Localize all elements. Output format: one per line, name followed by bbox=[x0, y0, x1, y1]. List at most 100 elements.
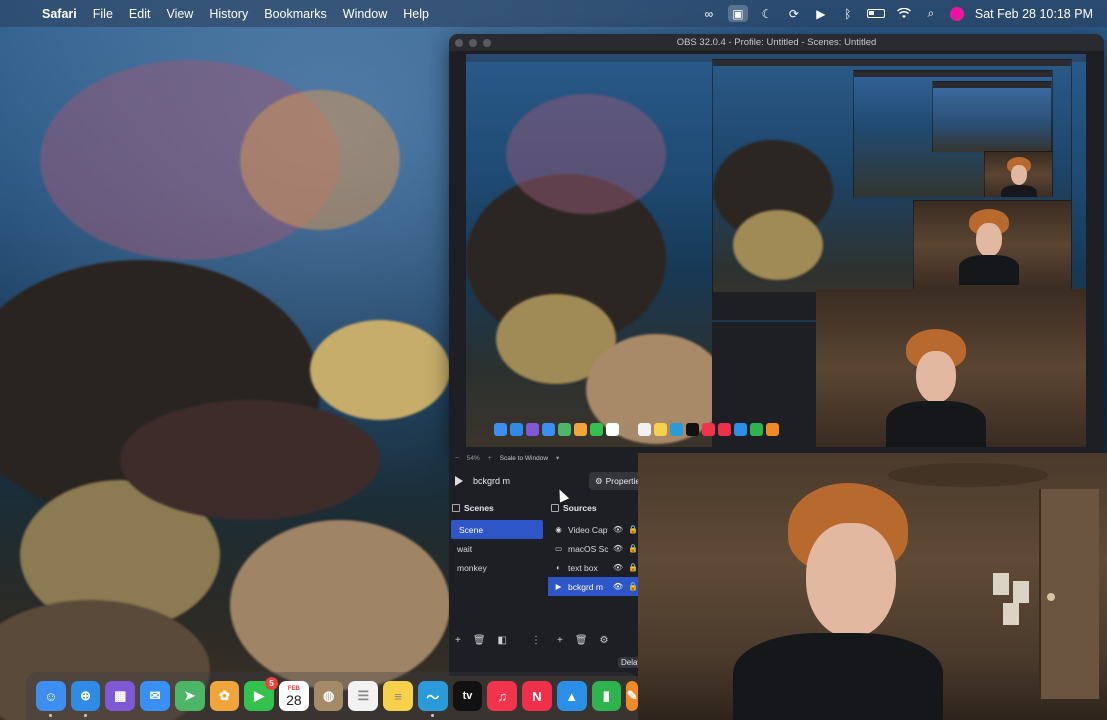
source-label: text box bbox=[567, 562, 598, 573]
calendar-icon[interactable]: FEB 28 bbox=[279, 681, 309, 711]
launchpad-icon[interactable]: ▦ bbox=[105, 681, 136, 711]
source-item-video-capture[interactable]: ◉ Video Capture 👁 🔒 bbox=[548, 520, 638, 539]
menu-view[interactable]: View bbox=[158, 7, 201, 21]
scenes-toolbar: + 🗑 ◧ ⋮ bbox=[455, 634, 541, 646]
obs-titlebar[interactable]: OBS 32.0.4 - Profile: Untitled - Scenes:… bbox=[449, 34, 1104, 51]
add-scene-icon[interactable]: + bbox=[455, 635, 461, 646]
menu-bar: Safari File Edit View History Bookmarks … bbox=[0, 0, 1107, 27]
freeform-icon[interactable]: 〜 bbox=[417, 681, 448, 717]
visibility-eye-icon[interactable]: 👁 bbox=[613, 525, 623, 534]
more-options-icon[interactable]: ⋮ bbox=[531, 635, 541, 646]
tv-icon[interactable]: tv bbox=[452, 681, 483, 711]
remove-source-icon[interactable]: 🗑 bbox=[575, 635, 588, 646]
pages-icon[interactable]: ✎ bbox=[626, 681, 639, 711]
safari-icon[interactable]: ⊕ bbox=[70, 681, 101, 717]
zoom-out-icon[interactable]: − bbox=[455, 455, 459, 462]
source-settings-icon[interactable]: ⚙ bbox=[600, 635, 609, 646]
keynote-icon[interactable]: ▲ bbox=[556, 681, 587, 711]
properties-button[interactable]: ⚙ Properties bbox=[589, 472, 638, 490]
lock-icon[interactable]: 🔒 bbox=[628, 582, 638, 591]
news-icon[interactable]: N bbox=[522, 681, 552, 711]
sources-dock: Sources ◉ Video Capture 👁 🔒 ▭ macOS Scre… bbox=[548, 502, 638, 634]
text-icon: ◐ bbox=[556, 563, 561, 572]
nested-obs-window-3 bbox=[932, 81, 1052, 153]
zoom-in-icon[interactable]: + bbox=[488, 455, 492, 462]
source-item-screen-capture[interactable]: ▭ macOS Screen Capture 👁 🔒 bbox=[548, 539, 638, 558]
scenes-dock: Scenes Scene wait monkey bbox=[449, 502, 547, 634]
menu-help[interactable]: Help bbox=[395, 7, 437, 21]
screen-record-icon[interactable]: ▣ bbox=[727, 5, 748, 22]
scenes-list: Scene wait monkey bbox=[449, 520, 547, 577]
play-circle-icon[interactable]: ▶ bbox=[813, 7, 829, 21]
source-item-bckgrd[interactable]: ▶ bckgrd m 👁 🔒 bbox=[548, 577, 638, 596]
mail-icon[interactable]: ✉ bbox=[140, 681, 170, 711]
obs-window-title: OBS 32.0.4 - Profile: Untitled - Scenes:… bbox=[676, 37, 877, 48]
sources-title: Sources bbox=[563, 503, 597, 513]
scene-item-scene[interactable]: Scene bbox=[451, 520, 543, 539]
finder-icon[interactable]: ☺ bbox=[36, 681, 66, 717]
webcam-overlay bbox=[638, 453, 1107, 720]
creative-cloud-icon[interactable]: ∞ bbox=[701, 7, 717, 21]
siri-icon[interactable] bbox=[949, 6, 964, 21]
photos-icon[interactable]: ✿ bbox=[209, 681, 240, 711]
remove-scene-icon[interactable]: 🗑 bbox=[473, 635, 486, 646]
notification-badge: 5 bbox=[265, 677, 279, 690]
source-label: macOS Screen Capture bbox=[567, 543, 608, 554]
visibility-eye-icon[interactable]: 👁 bbox=[613, 582, 623, 591]
bluetooth-icon[interactable]: ᛒ bbox=[840, 7, 856, 21]
source-item-text-box[interactable]: ◐ text box 👁 🔒 bbox=[548, 558, 638, 577]
sync-icon[interactable]: ⟳ bbox=[786, 7, 802, 21]
menu-bookmarks[interactable]: Bookmarks bbox=[256, 7, 335, 21]
source-toolbar: bckgrd m ⚙ Properties bbox=[449, 470, 638, 492]
nested-obs-window-2 bbox=[853, 70, 1053, 198]
scene-filter-icon[interactable]: ◧ bbox=[498, 635, 507, 646]
scenes-title: Scenes bbox=[464, 503, 494, 513]
menu-history[interactable]: History bbox=[201, 7, 256, 21]
maps-icon[interactable]: ➤ bbox=[174, 681, 205, 711]
sources-toolbar: + 🗑 ⚙ bbox=[557, 634, 609, 646]
zoom-row: − 54% + Scale to Window ▾ bbox=[449, 452, 638, 464]
lock-icon[interactable]: 🔒 bbox=[628, 563, 638, 572]
add-source-icon[interactable]: + bbox=[557, 635, 563, 646]
menu-edit[interactable]: Edit bbox=[121, 7, 159, 21]
notes-icon[interactable]: ≡ bbox=[383, 681, 413, 711]
wifi-icon[interactable] bbox=[896, 7, 912, 21]
menu-file[interactable]: File bbox=[85, 7, 121, 21]
app-menu[interactable]: Safari bbox=[34, 7, 85, 21]
current-source-name: bckgrd m bbox=[473, 476, 511, 486]
battery-icon[interactable] bbox=[866, 9, 885, 18]
reminders-icon[interactable]: ☰ bbox=[348, 681, 379, 711]
visibility-eye-icon[interactable]: 👁 bbox=[613, 563, 623, 572]
calendar-day: 28 bbox=[286, 691, 302, 708]
menubar-clock[interactable]: Sat Feb 28 10:18 PM bbox=[975, 7, 1093, 21]
facetime-icon[interactable]: ▶ 5 bbox=[244, 677, 279, 711]
obs-controls-panel: − 54% + Scale to Window ▾ bckgrd m ⚙ Pro… bbox=[449, 452, 638, 676]
source-label: bckgrd m bbox=[567, 581, 603, 592]
visibility-eye-icon[interactable]: 👁 bbox=[613, 544, 623, 553]
scene-item-monkey[interactable]: monkey bbox=[449, 558, 547, 577]
zoom-mode-select[interactable]: Scale to Window bbox=[500, 455, 548, 462]
numbers-icon[interactable]: ▮ bbox=[591, 681, 622, 711]
zoom-level: 54% bbox=[466, 454, 480, 462]
menu-window[interactable]: Window bbox=[335, 7, 395, 21]
lock-icon[interactable]: 🔒 bbox=[628, 544, 638, 553]
obs-preview-canvas[interactable] bbox=[466, 54, 1086, 447]
monitor-icon: ▭ bbox=[554, 544, 563, 553]
camera-icon: ◉ bbox=[555, 525, 562, 534]
sources-list: ◉ Video Capture 👁 🔒 ▭ macOS Screen Captu… bbox=[548, 520, 638, 596]
scene-item-wait[interactable]: wait bbox=[449, 539, 547, 558]
ceiling-fan bbox=[888, 463, 1048, 487]
lock-icon[interactable]: 🔒 bbox=[628, 525, 638, 534]
dock-icon bbox=[452, 504, 460, 512]
nested-webcam bbox=[816, 289, 1086, 447]
chevron-down-icon[interactable]: ▾ bbox=[556, 454, 559, 462]
contacts-icon[interactable]: ◍ bbox=[313, 681, 344, 711]
properties-label: Properties bbox=[605, 476, 638, 486]
play-icon[interactable] bbox=[455, 476, 463, 486]
spotlight-search-icon[interactable]: ⌕ bbox=[923, 6, 939, 21]
focus-moon-icon[interactable]: ☾ bbox=[759, 7, 775, 21]
music-icon[interactable]: ♫ bbox=[487, 681, 518, 711]
obs-window[interactable]: OBS 32.0.4 - Profile: Untitled - Scenes:… bbox=[449, 34, 1104, 454]
nested-obs-window bbox=[712, 59, 1072, 321]
sources-header: Sources bbox=[548, 502, 638, 514]
